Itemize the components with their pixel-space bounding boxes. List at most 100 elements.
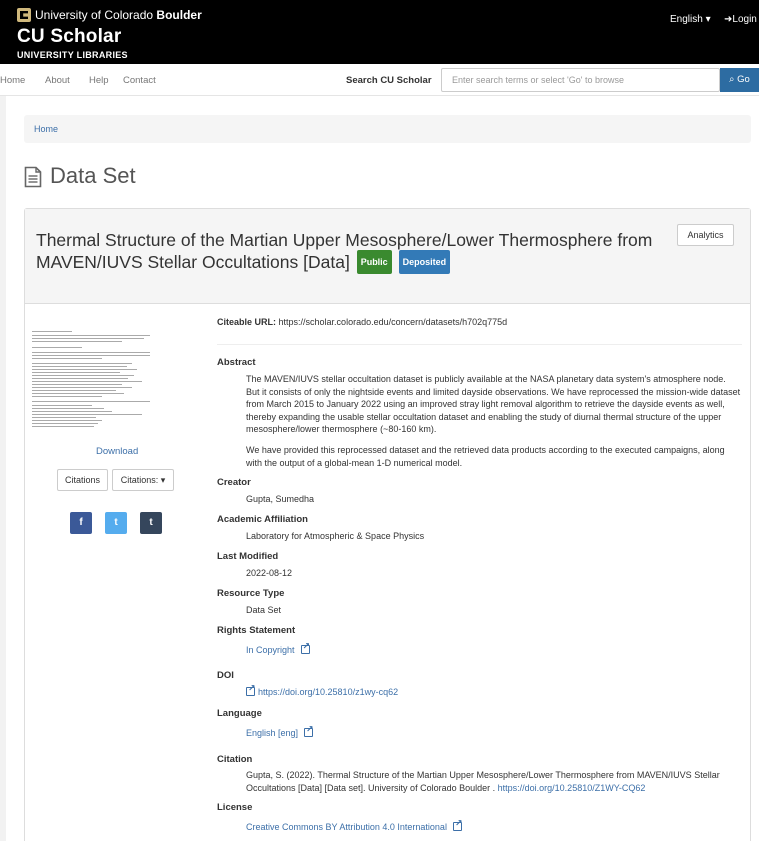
nav-help[interactable]: Help [89, 75, 109, 86]
language-link[interactable]: English [eng] [246, 728, 298, 738]
thumbnail-line [32, 366, 127, 367]
thumbnail-line [32, 396, 102, 397]
section-divider [217, 344, 742, 345]
language: English [eng] [246, 723, 314, 740]
login-link[interactable]: ➜Login [724, 14, 757, 25]
resource-type-link[interactable]: Data Set [246, 604, 281, 617]
search-label: Search CU Scholar [346, 75, 432, 86]
file-thumbnail[interactable] [32, 329, 152, 439]
document-icon [24, 166, 42, 188]
abstract-paragraph-1: The MAVEN/IUVS stellar occultation datas… [246, 374, 741, 434]
login-label: Login [732, 14, 757, 25]
resource-type-label: Resource Type [217, 588, 285, 599]
citation-text: Gupta, S. (2022). Thermal Structure of t… [246, 769, 741, 794]
thumbnail-line [32, 347, 82, 348]
last-modified-value: 2022-08-12 [246, 568, 293, 578]
last-modified-label: Last Modified [217, 551, 279, 562]
facebook-icon[interactable]: f [70, 512, 92, 534]
deposited-badge: Deposited [398, 250, 451, 274]
thumbnail-line [32, 393, 124, 394]
download-link[interactable]: Download [96, 446, 138, 457]
search-input[interactable]: Enter search terms or select 'Go' to bro… [441, 68, 720, 92]
breadcrumb-home[interactable]: Home [34, 124, 58, 134]
doi-label: DOI [217, 670, 234, 681]
external-link-icon[interactable] [300, 640, 310, 654]
external-link-icon[interactable] [246, 682, 256, 696]
breadcrumb: Home [24, 115, 751, 143]
affiliation-link[interactable]: Laboratory for Atmospheric & Space Physi… [246, 530, 424, 543]
abstract-paragraph-2: We have provided this reprocessed datase… [246, 445, 725, 468]
citeable-url-value: https://scholar.colorado.edu/concern/dat… [278, 317, 508, 327]
citations-dropdown[interactable]: Citations: ▾ [112, 469, 174, 491]
search-icon: ⌕ [729, 74, 735, 85]
thumbnail-line [32, 381, 142, 382]
rights-statement: In Copyright [246, 640, 310, 657]
thumbnail-line [32, 338, 144, 339]
tumblr-icon[interactable]: t [140, 512, 162, 534]
left-edge-divider [0, 96, 6, 841]
public-badge: Public [356, 250, 392, 274]
thumbnail-line [32, 387, 132, 388]
external-link-icon[interactable] [452, 817, 463, 831]
thumbnail-line [32, 335, 150, 336]
university-bold: Boulder [156, 8, 202, 22]
nav-contact[interactable]: Contact [123, 75, 156, 86]
thumbnail-line [32, 405, 92, 406]
work-panel: Thermal Structure of the Martian Upper M… [24, 208, 751, 841]
thumbnail-line [32, 378, 128, 379]
thumbnail-line [32, 355, 150, 356]
thumbnail-line [32, 341, 122, 342]
go-label: Go [737, 74, 750, 85]
site-subtitle: UNIVERSITY LIBRARIES [17, 50, 128, 60]
thumbnail-line [32, 414, 142, 415]
language-label: Language [217, 708, 262, 719]
citation-doi-link[interactable]: https://doi.org/10.25810/Z1WY-CQ62 [498, 783, 646, 793]
thumbnail-line [32, 408, 104, 409]
thumbnail-line [32, 401, 150, 402]
affiliation-label: Academic Affiliation [217, 514, 308, 525]
thumbnail-line [32, 420, 102, 421]
nav-home[interactable]: Home [0, 75, 25, 86]
nav-about[interactable]: About [45, 75, 70, 86]
university-name[interactable]: University of Colorado Boulder [35, 8, 202, 22]
license: Creative Commons BY Attribution 4.0 Inte… [246, 817, 463, 834]
doi: https://doi.org/10.25810/z1wy-cq62 [246, 682, 398, 699]
site-title[interactable]: CU Scholar [17, 26, 121, 48]
thumbnail-line [32, 375, 134, 376]
rights-link[interactable]: In Copyright [246, 645, 295, 655]
work-title-text: Thermal Structure of the Martian Upper M… [36, 230, 653, 272]
citation-body: Gupta, S. (2022). Thermal Structure of t… [246, 770, 720, 793]
university-prefix: University of Colorado [35, 8, 154, 22]
thumbnail-line [32, 372, 120, 373]
citation-label: Citation [217, 754, 253, 765]
rights-statement-label: Rights Statement [217, 625, 296, 636]
thumbnail-line [32, 411, 112, 412]
cu-logo-icon[interactable] [17, 8, 31, 22]
twitter-icon[interactable]: t [105, 512, 127, 534]
creator-label: Creator [217, 477, 251, 488]
work-title: Thermal Structure of the Martian Upper M… [36, 230, 676, 274]
thumbnail-line [32, 369, 137, 370]
thumbnail-line [32, 426, 94, 427]
external-link-icon[interactable] [304, 723, 314, 737]
license-label: License [217, 802, 253, 813]
creator-link[interactable]: Gupta, Sumedha [246, 493, 314, 506]
thumbnail-line [32, 417, 96, 418]
language-dropdown[interactable]: English ▾ [670, 14, 711, 25]
thumbnail-line [32, 363, 132, 364]
analytics-button[interactable]: Analytics [677, 224, 734, 246]
citeable-url: Citeable URL: https://scholar.colorado.e… [217, 317, 507, 327]
thumbnail-line [32, 423, 98, 424]
license-link[interactable]: Creative Commons BY Attribution 4.0 Inte… [246, 822, 447, 832]
abstract-label: Abstract [217, 357, 256, 368]
thumbnail-line [32, 352, 150, 353]
thumbnail-line [32, 390, 116, 391]
citeable-label: Citeable URL: [217, 317, 277, 327]
page-title: Data Set [50, 163, 136, 188]
doi-link[interactable]: https://doi.org/10.25810/z1wy-cq62 [258, 687, 398, 697]
thumbnail-line [32, 331, 72, 332]
search-go-button[interactable]: ⌕ Go [720, 68, 759, 92]
citations-button[interactable]: Citations [57, 469, 108, 491]
thumbnail-line [32, 358, 102, 359]
thumbnail-line [32, 384, 122, 385]
